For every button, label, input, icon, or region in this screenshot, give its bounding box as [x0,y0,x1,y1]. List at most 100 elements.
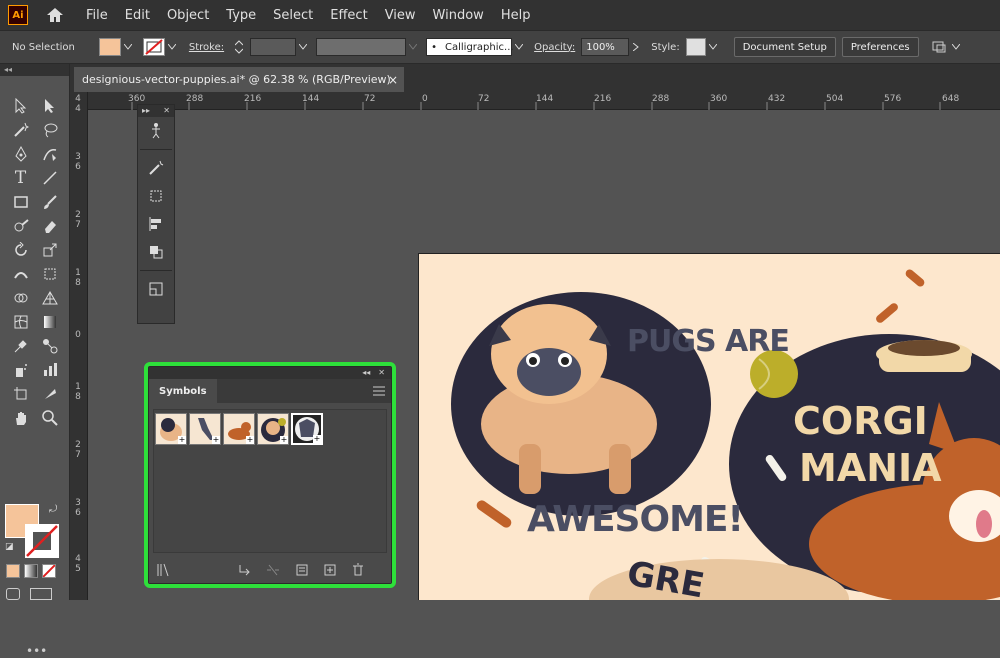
none-mode-icon[interactable] [42,564,56,578]
type-tool-icon[interactable]: T [10,167,32,189]
pathfinder-icon[interactable] [138,238,174,266]
artboard-tool-icon[interactable] [10,383,32,405]
magic-wand-icon[interactable] [10,119,32,141]
home-icon[interactable] [44,5,66,25]
shaper-tool-icon[interactable] [10,215,32,237]
direct-selection-tool-icon[interactable] [39,95,61,117]
menu-edit[interactable]: Edit [125,8,150,23]
line-tool-icon[interactable] [39,167,61,189]
menu-object[interactable]: Object [167,8,209,23]
menu-window[interactable]: Window [433,8,484,23]
menu-select[interactable]: Select [273,8,313,23]
break-link-icon[interactable] [265,563,281,580]
swap-icon[interactable]: ⤾ [49,504,57,515]
menu-type[interactable]: Type [226,8,256,23]
puppet-warp-icon[interactable] [138,117,174,145]
ruler-tick: 3 6 [75,152,81,172]
close-icon[interactable]: ✕ [163,105,170,117]
document-setup-button[interactable]: Document Setup [733,37,836,57]
chevron-down-icon[interactable] [165,38,179,56]
align-left-icon[interactable] [138,210,174,238]
symbol-pug-circle[interactable]: + [257,413,289,445]
scale-tool-icon[interactable] [39,239,61,261]
color-mode-icon[interactable] [6,564,20,578]
default-colors-icon[interactable]: ◪ [5,542,14,552]
app-logo: Ai [8,5,28,25]
preferences-button[interactable]: Preferences [841,37,919,57]
screen-mode-icon[interactable] [30,588,52,600]
fill-stroke-widget[interactable]: ⤾ ◪ [5,504,65,564]
symbol-options-icon[interactable] [295,563,309,580]
new-symbol-icon[interactable] [323,563,337,580]
delete-icon[interactable] [351,563,365,580]
symbol-husky[interactable]: + [291,413,323,445]
curvature-tool-icon[interactable] [39,143,61,165]
stroke-swatch[interactable] [142,38,165,56]
perspective-grid-icon[interactable] [39,287,61,309]
more-tools-icon[interactable]: ••• [26,644,47,658]
gradient-tool-icon[interactable] [39,311,61,333]
stroke-weight-input[interactable] [250,38,297,56]
menu-view[interactable]: View [385,8,416,23]
draw-mode-icon[interactable] [6,588,20,600]
collapse-icon[interactable]: ◂◂ [362,367,370,379]
zoom-tool-icon[interactable] [39,407,61,429]
ruler-tick: 216 [594,94,612,104]
artboards-icon[interactable] [138,275,174,303]
vertical-ruler[interactable]: 4 4 3 6 2 7 1 8 0 1 8 2 7 3 6 4 5 [70,92,88,600]
close-icon[interactable]: ✕ [378,367,385,379]
opacity-input[interactable]: 100% [581,38,630,56]
ruler-tick: 288 [652,94,670,104]
stroke-color-swatch[interactable] [25,524,59,558]
rotate-tool-icon[interactable] [10,239,32,261]
style-swatch[interactable] [685,38,706,56]
hand-tool-icon[interactable] [10,407,32,429]
symbol-libraries-icon[interactable] [157,563,173,580]
shape-builder-icon[interactable] [10,287,32,309]
slice-tool-icon[interactable] [39,383,61,405]
chevron-down-icon[interactable] [706,38,720,56]
width-tool-icon[interactable] [10,263,32,285]
panel-menu-icon[interactable] [373,385,385,399]
blend-tool-icon[interactable] [39,335,61,357]
collapse-icon[interactable]: ▸▸ [142,105,150,117]
eyedropper-icon[interactable] [10,335,32,357]
gradient-mode-icon[interactable] [24,564,38,578]
horizontal-ruler[interactable]: 360 288 216 144 72 0 72 144 216 288 360 … [88,92,1000,110]
chevron-down-icon[interactable] [512,38,526,56]
artboard[interactable]: PUGS ARE AWESOME! CORGI MANIA GRE [418,253,1000,600]
chevron-down-icon[interactable] [406,38,420,56]
paintbrush-icon[interactable] [39,191,61,213]
mesh-tool-icon[interactable] [10,311,32,333]
eraser-icon[interactable] [39,215,61,237]
pen-tool-icon[interactable] [10,143,32,165]
menu-help[interactable]: Help [501,8,531,23]
fill-swatch[interactable] [98,38,121,56]
chevron-down-icon[interactable] [296,38,310,56]
menu-effect[interactable]: Effect [330,8,367,23]
symbol-sprayer-icon[interactable] [10,359,32,381]
chevron-down-icon[interactable] [949,38,963,56]
selection-tool-icon[interactable] [10,95,32,117]
symbols-tab[interactable]: Symbols [149,379,217,403]
symbol-doberman[interactable]: + [189,413,221,445]
toolbox-collapse-icon[interactable]: ◂◂ [0,64,69,76]
lasso-icon[interactable] [39,119,61,141]
symbol-pug[interactable]: + [155,413,187,445]
place-symbol-icon[interactable] [237,563,251,580]
menu-file[interactable]: File [86,8,108,23]
document-tab[interactable]: designious-vector-puppies.ai* @ 62.38 % … [74,67,404,92]
chevron-right-icon[interactable] [629,38,643,56]
crop-icon[interactable] [138,182,174,210]
close-icon[interactable]: × [388,73,398,87]
variable-width-profile[interactable] [316,38,407,56]
graph-tool-icon[interactable] [39,359,61,381]
free-transform-icon[interactable] [39,263,61,285]
brush-definition[interactable]: • Calligraphic... [426,38,514,56]
rectangle-tool-icon[interactable] [10,191,32,213]
arrange-icon[interactable] [929,38,949,56]
stroke-stepper[interactable] [232,38,246,56]
magic-wand-icon[interactable] [138,154,174,182]
chevron-down-icon[interactable] [121,38,135,56]
symbol-corgi[interactable]: + [223,413,255,445]
